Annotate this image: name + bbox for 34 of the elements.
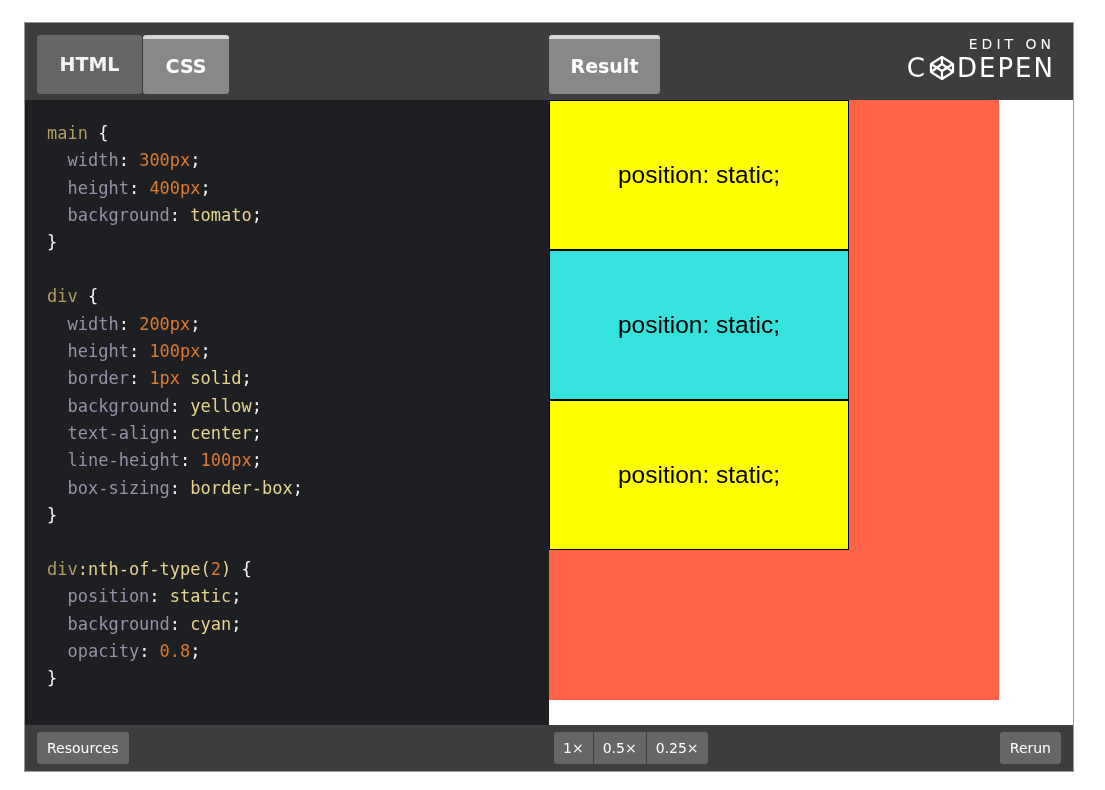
box-text: position: static;: [617, 309, 781, 340]
tab[interactable]: Result: [549, 35, 660, 94]
zoom-button[interactable]: 1×: [554, 732, 593, 764]
code-line: box-sizing: border-box;: [66, 476, 303, 500]
code-line: width: 200px;: [66, 312, 201, 336]
code-line: background: tomato;: [66, 203, 262, 227]
code-line: background: yellow;: [66, 394, 262, 418]
code-line: text-align: center;: [66, 421, 262, 445]
code-line: }: [47, 231, 58, 255]
logo-text: C: [906, 53, 927, 83]
code-line: height: 100px;: [66, 340, 211, 364]
code-line: opacity: 0.8;: [66, 640, 201, 664]
code-line: }: [47, 667, 58, 691]
box-text: position: static;: [617, 459, 781, 490]
code-line: div {: [47, 285, 99, 309]
resources-button[interactable]: Resources: [37, 732, 129, 764]
code-line: position: static;: [66, 585, 242, 609]
zoom-button[interactable]: 0.25×: [646, 732, 708, 764]
zoom-button[interactable]: 0.5×: [593, 732, 646, 764]
tab[interactable]: CSS: [143, 35, 229, 94]
code-line: }: [47, 503, 58, 527]
code-line: line-height: 100px;: [66, 449, 262, 473]
rerun-button[interactable]: Rerun: [999, 732, 1061, 764]
code-line: div:nth-of-type(2) {: [47, 558, 252, 582]
code-line: height: 400px;: [66, 176, 211, 200]
box-text: position: static;: [617, 159, 781, 190]
logo-text: DEPEN: [957, 53, 1055, 83]
code-line: border: 1px solid;: [66, 367, 252, 391]
cube-logo-icon: [929, 55, 955, 81]
code-line: width: 300px;: [66, 149, 201, 173]
logo-caption: EDIT ON: [968, 35, 1055, 53]
tab[interactable]: HTML: [37, 35, 142, 94]
code-line: background: cyan;: [66, 612, 242, 636]
code-line: main {: [47, 122, 109, 145]
